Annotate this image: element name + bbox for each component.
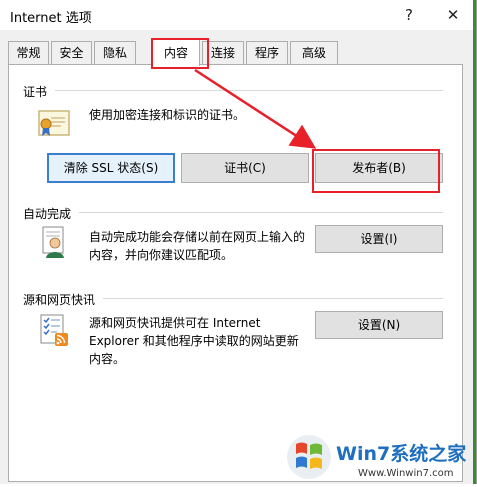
clear-ssl-button[interactable]: 清除 SSL 状态(S) [47, 153, 175, 183]
tab-connections[interactable]: 连接 [202, 41, 244, 64]
tab-privacy[interactable]: 隐私 [94, 41, 136, 64]
tab-content[interactable]: 内容 [152, 39, 200, 66]
tab-general[interactable]: 常规 [8, 41, 49, 64]
certificates-button[interactable]: 证书(C) [181, 153, 309, 183]
watermark-url: Www.Winwin7.com [358, 468, 453, 479]
feeds-divider [103, 298, 443, 299]
publishers-button[interactable]: 发布者(B) [315, 153, 443, 183]
tab-advanced[interactable]: 高级 [290, 41, 338, 64]
autocomplete-divider [79, 212, 443, 213]
feeds-description-line1: 源和网页快讯提供可在 Internet [89, 316, 261, 330]
content-panel: 证书 使用加密连接和标识的证书。 清除 SSL 状态(S) 证书(C) 发布者(… [8, 64, 463, 482]
tab-security[interactable]: 安全 [51, 41, 92, 64]
autocomplete-description-line1: 自动完成功能会存储以前在网页上输入的 [89, 230, 306, 244]
internet-options-window: Internet 选项 ? ✕ 常规 安全 隐私 内容 连接 程序 高级 证书 … [0, 0, 477, 484]
autocomplete-group-title: 自动完成 [23, 205, 76, 222]
certificates-group-title: 证书 [23, 83, 52, 100]
tab-programs[interactable]: 程序 [246, 41, 288, 64]
watermark-brand: Win7系统之家 [336, 442, 467, 465]
feeds-group-title: 源和网页快讯 [23, 291, 100, 308]
certificate-icon [38, 110, 70, 136]
feeds-description-line2: Explorer 和其他程序中读取的网站更新 [89, 334, 299, 348]
help-button[interactable]: ? [396, 4, 422, 26]
windows-logo-icon: Win7系统之家 Www.Winwin7.com [287, 435, 467, 479]
certificates-description: 使用加密连接和标识的证书。 [89, 108, 246, 122]
background-edge [473, 0, 476, 484]
window-title: Internet 选项 [10, 11, 92, 26]
autocomplete-settings-button[interactable]: 设置(I) [315, 225, 443, 253]
autocomplete-description-line2: 内容，并向你建议匹配项。 [89, 248, 234, 262]
close-button[interactable]: ✕ [440, 4, 466, 26]
feeds-description-line3: 内容。 [89, 352, 126, 366]
rss-feed-icon [40, 314, 68, 346]
autocomplete-user-icon [42, 226, 64, 258]
title-bar: Internet 选项 ? ✕ [0, 0, 476, 30]
watermark: Win7系统之家 Www.Winwin7.com [282, 430, 472, 484]
certificates-divider [55, 90, 443, 91]
feeds-settings-button[interactable]: 设置(N) [315, 311, 443, 339]
